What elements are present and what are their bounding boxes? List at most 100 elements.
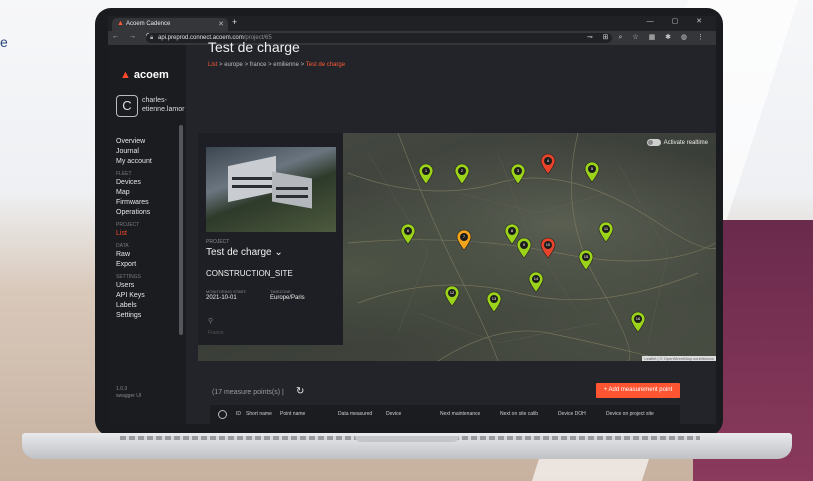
marker-number: 8 [508,227,516,235]
monitoring-start-value: 2021-10-01 [206,295,237,301]
map-marker-13[interactable]: 13 [486,291,502,313]
column-header-device-doh[interactable]: Device DOH [558,411,586,417]
marker-number: 7 [460,233,468,241]
browser-toolbar: ← → C 🔒︎ api.preprod.connect.acoem.com/p… [108,31,716,45]
map-marker-15[interactable]: 15 [578,249,594,271]
map-marker-12[interactable]: 12 [444,285,460,307]
main-content: Test de charge List > europe > france > … [186,39,716,424]
chevron-down-icon: ⌄ [274,247,283,258]
column-header-id[interactable]: ID [236,411,241,417]
column-header-short-name[interactable]: Short name [246,411,272,417]
sidebar-item-overview[interactable]: Overview [116,137,152,147]
sidebar-scrollbar[interactable] [179,125,183,335]
avatar[interactable]: C [116,95,138,117]
column-header-point-name[interactable]: Point name [280,411,305,417]
column-header-next-on-site-calib[interactable]: Next on site calib [500,411,538,417]
map-marker-16[interactable]: 16 [630,311,646,333]
marker-number: 2 [458,167,466,175]
new-tab-button[interactable]: + [232,17,237,27]
map-marker-6[interactable]: 6 [400,223,416,245]
close-tab-icon[interactable]: ✕ [218,18,224,31]
project-card: PROJECT Test de charge ⌄ CONSTRUCTION_SI… [198,133,343,345]
map-marker-1[interactable]: 1 [418,163,434,185]
version-number: 1.0.3 [116,386,128,392]
map-marker-11[interactable]: 11 [598,221,614,243]
marker-number: 13 [490,295,498,303]
project-label: PROJECT [206,239,230,245]
sidebar-item-export[interactable]: Export [116,260,152,270]
sidebar: ▲ acoem C charles-etienne.lamor Overview … [108,45,186,424]
sidebar-item-labels[interactable]: Labels [116,301,152,311]
nav-category-settings: SETTINGS [116,274,142,280]
marker-number: 15 [582,253,590,261]
location-pin-icon: ⚲ [208,318,214,325]
browser-tab[interactable]: ▲ Acoem Cadence ✕ [112,18,228,31]
marker-number: 14 [532,275,540,283]
breadcrumb-item[interactable]: europe [224,62,243,68]
realtime-toggle[interactable]: Activate realtime [646,139,708,146]
map-marker-7[interactable]: 7 [456,229,472,251]
toggle-switch-icon[interactable] [646,139,661,146]
sidebar-item-devices[interactable]: Devices [116,178,152,188]
map-marker-3[interactable]: 3 [510,163,526,185]
sidebar-item-list[interactable]: List [116,229,152,239]
swagger-link[interactable]: swagger UI [116,393,141,400]
sidebar-item-journal[interactable]: Journal [116,147,152,157]
map-marker-10[interactable]: 10 [540,237,556,259]
map-marker-9[interactable]: 9 [516,237,532,259]
browser-extension-icons[interactable]: ⊸ ⊞ ⌕ ☆ ▦ ✱ ◍ ⋮ [587,33,708,42]
marker-number: 11 [602,225,610,233]
sidebar-item-firmwares[interactable]: Firmwares [116,198,152,208]
select-all-checkbox[interactable] [218,410,227,419]
marker-number: 9 [520,241,528,249]
map-marker-2[interactable]: 2 [454,163,470,185]
logo[interactable]: ▲ acoem [120,69,169,81]
sidebar-item-api-keys[interactable]: API Keys [116,291,152,301]
project-selector[interactable]: Test de charge ⌄ [206,247,283,258]
marker-number: 3 [514,167,522,175]
measure-count: (17 measure points(s) | [212,389,284,396]
column-header-next-maintenance[interactable]: Next maintenance [440,411,480,417]
sidebar-item-map[interactable]: Map [116,188,152,198]
laptop-screen: ▲ Acoem Cadence ✕ + — ▢ ✕ ← → C 🔒︎ api.p… [108,16,716,424]
page-title: Test de charge [208,39,300,55]
map-marker-14[interactable]: 14 [528,271,544,293]
version-info: 1.0.3 swagger UI [116,386,141,400]
column-header-data-measured[interactable]: Data measured [338,411,372,417]
marker-number: 16 [634,315,642,323]
project-map[interactable]: Activate realtime Leaflet | © OpenStreet… [198,133,716,361]
marker-number: 12 [448,289,456,297]
refresh-icon[interactable]: ↻ [296,386,304,397]
breadcrumb-item[interactable]: emilienne [273,62,299,68]
browser-tabbar: ▲ Acoem Cadence ✕ + — ▢ ✕ [108,16,716,31]
sidebar-item-raw[interactable]: Raw [116,250,152,260]
building-shape [272,171,312,209]
window-controls[interactable]: — ▢ ✕ [647,17,710,25]
map-marker-5[interactable]: 5 [584,161,600,183]
building-window [232,185,272,188]
breadcrumb: List > europe > france > emilienne > Tes… [208,62,346,68]
laptop-notch [355,436,459,442]
nav-category-fleet: FLEET [116,171,132,177]
map-marker-4[interactable]: 4 [540,153,556,175]
app: ▲ acoem C charles-etienne.lamor Overview … [108,39,716,424]
column-header-device-on-project-site[interactable]: Device on project site [606,411,654,417]
sidebar-item-settings[interactable]: Settings [116,311,152,321]
breadcrumb-item[interactable]: france [250,62,267,68]
breadcrumb-root[interactable]: List [208,62,217,68]
marker-number: 10 [544,241,552,249]
tab-title: Acoem Cadence [126,21,171,27]
map-attribution[interactable]: Leaflet | © OpenStreetMap contributors [642,356,716,361]
timezone-label: TIMEZONE: [270,289,292,294]
project-country: France [208,330,224,336]
measure-points-section: (17 measure points(s) | ↻ + Add measurem… [186,375,716,424]
acoem-logo-icon: ▲ [120,69,131,81]
nav-group-main: Overview Journal My account FLEET Device… [116,137,152,321]
add-measurement-point-button[interactable]: + Add measurement point [596,383,680,398]
column-header-device[interactable]: Device [386,411,401,417]
sidebar-item-operations[interactable]: Operations [116,208,152,218]
building-window [276,187,308,190]
sidebar-item-my-account[interactable]: My account [116,157,152,167]
lock-icon: 🔒︎ [150,35,154,41]
sidebar-item-users[interactable]: Users [116,281,152,291]
